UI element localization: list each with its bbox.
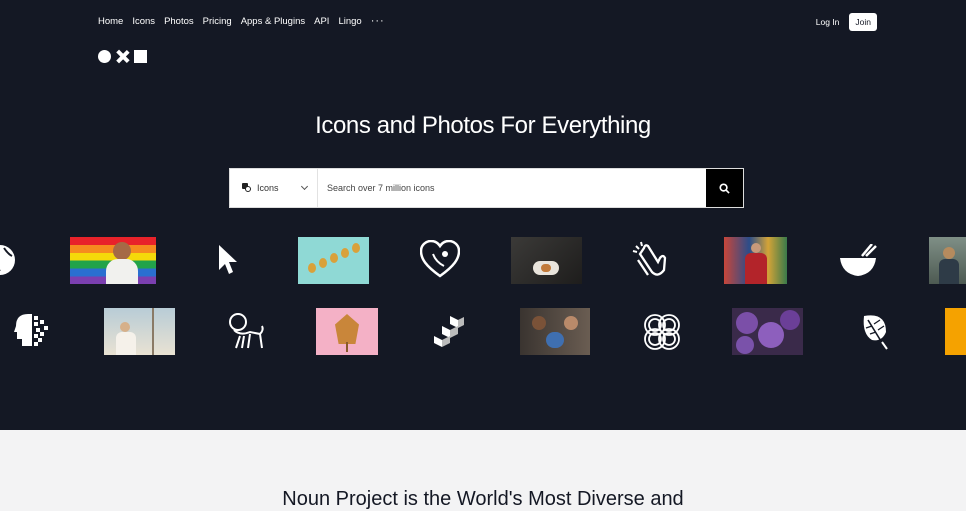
isometric-blocks-icon[interactable] — [432, 314, 466, 348]
search-type-label: Icons — [257, 183, 279, 193]
leaf-icon[interactable] — [860, 312, 890, 350]
family-photo[interactable] — [520, 308, 590, 355]
purple-flowers-photo[interactable] — [732, 308, 803, 355]
man-graffiti-photo[interactable] — [724, 237, 787, 284]
nav-pricing[interactable]: Pricing — [203, 16, 232, 28]
nav-apps-plugins[interactable]: Apps & Plugins — [241, 16, 305, 28]
more-menu-icon[interactable]: ··· — [371, 16, 385, 28]
pride-flag-photo[interactable] — [70, 237, 156, 284]
noun-project-logo[interactable] — [98, 50, 147, 63]
logo-x-icon — [116, 50, 129, 63]
search-input[interactable] — [318, 169, 706, 207]
logo-square-icon — [134, 50, 147, 63]
join-button[interactable]: Join — [849, 13, 877, 31]
search-bar: Icons — [229, 168, 744, 208]
cursor-icon[interactable] — [218, 244, 238, 276]
nav-api[interactable]: API — [314, 16, 329, 28]
lion-icon[interactable] — [226, 312, 266, 350]
hero-section: Home Icons Photos Pricing Apps & Plugins… — [0, 0, 966, 430]
circles-pattern-icon[interactable] — [642, 312, 682, 352]
cat-photo[interactable] — [511, 237, 582, 284]
logo-circle-icon — [98, 50, 111, 63]
nav-icons[interactable]: Icons — [132, 16, 155, 28]
globe-icon[interactable] — [0, 242, 18, 278]
nav-photos[interactable]: Photos — [164, 16, 194, 28]
section-title: Noun Project is the World's Most Diverse… — [282, 488, 684, 510]
bowl-chopsticks-icon[interactable] — [838, 244, 878, 278]
nav-lingo[interactable]: Lingo — [338, 16, 361, 28]
woman-lake-photo[interactable] — [929, 237, 966, 284]
search-type-dropdown[interactable]: Icons — [230, 169, 318, 207]
dry-leaf-photo[interactable] — [316, 308, 378, 355]
heart-face-icon[interactable] — [420, 240, 460, 278]
main-nav: Home Icons Photos Pricing Apps & Plugins… — [98, 16, 394, 28]
orange-photo[interactable] — [945, 308, 966, 355]
pears-photo[interactable] — [298, 237, 369, 284]
nav-home[interactable]: Home — [98, 16, 123, 28]
search-button[interactable] — [706, 169, 743, 207]
login-link[interactable]: Log In — [816, 17, 840, 27]
auth-links: Log In Join — [816, 13, 877, 31]
chevron-down-icon — [300, 182, 309, 191]
icons-type-icon — [242, 183, 252, 193]
woman-boat-photo[interactable] — [104, 308, 175, 355]
hero-title: Icons and Photos For Everything — [315, 112, 651, 139]
clapping-hands-icon[interactable] — [632, 240, 670, 278]
search-icon — [719, 182, 730, 194]
pixel-head-icon[interactable] — [14, 312, 50, 348]
